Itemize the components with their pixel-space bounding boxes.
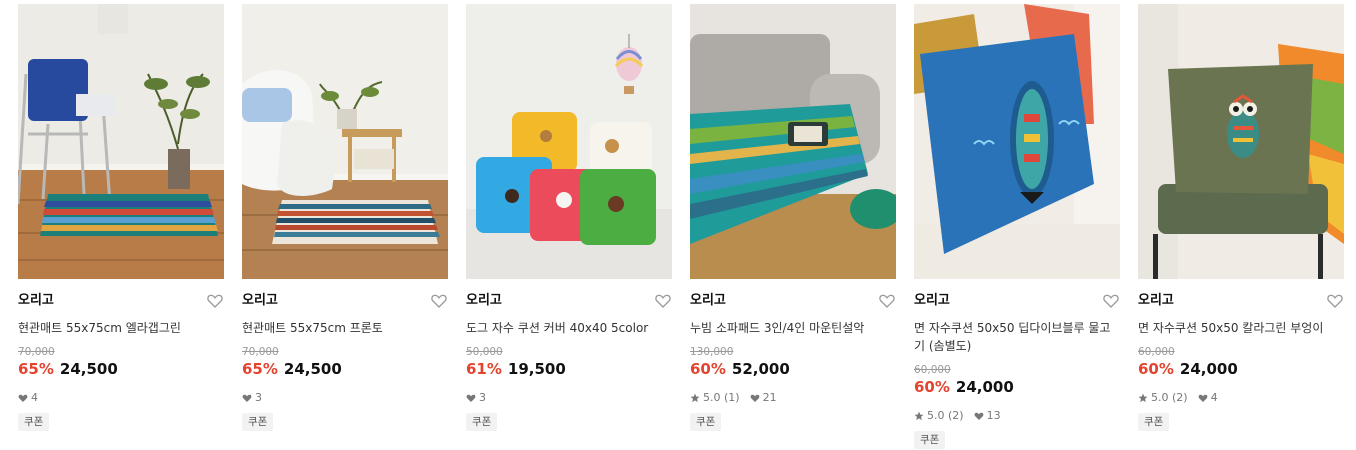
product-card[interactable]: 오리고 면 자수쿠션 50x50 딥다이브블루 물고기 (솜별도) 60,000…: [914, 4, 1120, 449]
brand-name[interactable]: 오리고: [18, 293, 54, 309]
product-name[interactable]: 도그 자수 쿠션 커버 40x40 5color: [466, 319, 666, 337]
product-meta: 3: [466, 391, 486, 405]
heart-filled-icon: [466, 393, 476, 403]
discount-rate: 60%: [690, 360, 726, 378]
brand-name[interactable]: 오리고: [914, 293, 950, 309]
rating: 5.0 (2): [927, 409, 964, 422]
original-price: 60,000: [914, 364, 951, 376]
discount-rate: 60%: [914, 378, 950, 396]
star-icon: [690, 393, 700, 403]
heart-icon[interactable]: [654, 292, 672, 310]
product-name[interactable]: 누빔 소파패드 3인/4인 마운틴설악: [690, 319, 890, 337]
sale-price: 19,500: [507, 360, 566, 378]
product-meta: 5.0 (2) 4: [1138, 391, 1218, 405]
coupon-badge: 쿠폰: [1138, 413, 1170, 431]
original-price: 50,000: [466, 346, 503, 358]
dog-cushions-photo-icon: [466, 4, 672, 279]
sale-price: 24,500: [283, 360, 342, 378]
product-image[interactable]: [466, 4, 672, 279]
product-name[interactable]: 면 자수쿠션 50x50 딥다이브블루 물고기 (솜별도): [914, 319, 1114, 355]
sofa-pad-photo-icon: [690, 4, 896, 279]
product-meta: 3: [242, 391, 262, 405]
rating: 5.0 (1): [703, 391, 740, 404]
sale-price: 24,000: [1179, 360, 1238, 378]
brand-name[interactable]: 오리고: [242, 293, 278, 309]
product-meta: 4: [18, 391, 38, 405]
heart-filled-icon: [242, 393, 252, 403]
original-price: 60,000: [1138, 346, 1175, 358]
striped-doormat-chair-photo-icon: [18, 4, 224, 279]
brand-name[interactable]: 오리고: [1138, 293, 1174, 309]
original-price: 70,000: [242, 346, 279, 358]
product-name[interactable]: 면 자수쿠션 50x50 칼라그린 부엉이: [1138, 319, 1338, 337]
heart-icon[interactable]: [1102, 292, 1120, 310]
blue-fish-cushion-photo-icon: [914, 4, 1120, 279]
heart-icon[interactable]: [206, 292, 224, 310]
coupon-badge: 쿠폰: [914, 431, 946, 449]
product-image[interactable]: [18, 4, 224, 279]
heart-filled-icon: [1198, 393, 1208, 403]
discount-rate: 61%: [466, 360, 502, 378]
price-line: 61% 19,500: [466, 359, 566, 379]
star-icon: [1138, 393, 1148, 403]
coupon-badge: 쿠폰: [690, 413, 722, 431]
product-card[interactable]: 오리고 현관매트 55x75cm 프론토 70,000 65% 24,500 3 …: [242, 4, 448, 431]
rating: 5.0 (2): [1151, 391, 1188, 404]
price-line: 60% 24,000: [1138, 359, 1238, 379]
product-meta: 5.0 (1) 21: [690, 391, 777, 405]
product-image[interactable]: [690, 4, 896, 279]
discount-rate: 65%: [242, 360, 278, 378]
like-count: 3: [255, 391, 262, 404]
price-line: 65% 24,500: [242, 359, 342, 379]
star-icon: [914, 411, 924, 421]
brand-name[interactable]: 오리고: [690, 293, 726, 309]
like-count: 13: [986, 409, 1001, 422]
green-owl-cushion-photo-icon: [1138, 4, 1344, 279]
sale-price: 24,500: [59, 360, 118, 378]
heart-icon[interactable]: [1326, 292, 1344, 310]
heart-filled-icon: [18, 393, 28, 403]
price-line: 65% 24,500: [18, 359, 118, 379]
product-grid: 오리고 현관매트 55x75cm 엘라갭그린 70,000 65% 24,500 …: [0, 0, 1356, 450]
discount-rate: 60%: [1138, 360, 1174, 378]
price-line: 60% 52,000: [690, 359, 790, 379]
coupon-badge: 쿠폰: [242, 413, 274, 431]
product-image[interactable]: [1138, 4, 1344, 279]
product-name[interactable]: 현관매트 55x75cm 프론토: [242, 319, 442, 337]
heart-filled-icon: [750, 393, 760, 403]
heart-filled-icon: [974, 411, 984, 421]
product-image[interactable]: [914, 4, 1120, 279]
product-name[interactable]: 현관매트 55x75cm 엘라갭그린: [18, 319, 218, 337]
striped-doormat-armchair-photo-icon: [242, 4, 448, 279]
original-price: 70,000: [18, 346, 55, 358]
like-count: 21: [762, 391, 777, 404]
original-price: 130,000: [690, 346, 734, 358]
coupon-badge: 쿠폰: [18, 413, 50, 431]
product-image[interactable]: [242, 4, 448, 279]
like-count: 4: [31, 391, 38, 404]
price-line: 60% 24,000: [914, 377, 1014, 397]
like-count: 4: [1210, 391, 1218, 404]
heart-icon[interactable]: [878, 292, 896, 310]
product-meta: 5.0 (2) 13: [914, 409, 1001, 423]
sale-price: 52,000: [731, 360, 790, 378]
heart-icon[interactable]: [430, 292, 448, 310]
like-count: 3: [479, 391, 486, 404]
coupon-badge: 쿠폰: [466, 413, 498, 431]
sale-price: 24,000: [955, 378, 1014, 396]
product-card[interactable]: 오리고 면 자수쿠션 50x50 칼라그린 부엉이 60,000 60% 24,0…: [1138, 4, 1344, 431]
product-card[interactable]: 오리고 현관매트 55x75cm 엘라갭그린 70,000 65% 24,500 …: [18, 4, 224, 431]
discount-rate: 65%: [18, 360, 54, 378]
product-card[interactable]: 오리고 도그 자수 쿠션 커버 40x40 5color 50,000 61% 1…: [466, 4, 672, 431]
product-card[interactable]: 오리고 누빔 소파패드 3인/4인 마운틴설악 130,000 60% 52,00…: [690, 4, 896, 431]
brand-name[interactable]: 오리고: [466, 293, 502, 309]
